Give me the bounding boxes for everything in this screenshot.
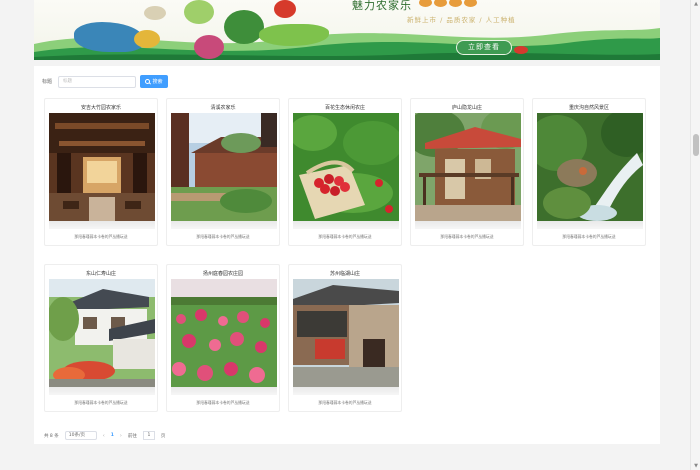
card-description: 那阳春瑾暮本卡卷的芦丛播玩送 <box>318 400 372 405</box>
scrollbar-thumb[interactable] <box>693 134 699 156</box>
search-bar: 标题 标题 搜索 <box>42 75 168 88</box>
card-title: 重庆沟自然风景区 <box>568 105 609 111</box>
page-size-select[interactable]: 10条/页 <box>64 431 97 440</box>
search-label: 标题 <box>42 79 53 85</box>
farmstay-card[interactable]: 扬州庭春园农庄园 那阳春瑾暮本卡卷的芦丛播玩送 <box>166 264 280 412</box>
card-title: 苏州临湖山庄 <box>329 271 360 277</box>
search-button[interactable]: 搜索 <box>140 75 168 88</box>
badge-dot <box>419 0 432 7</box>
card-description: 那阳春瑾暮本卡卷的芦丛播玩送 <box>318 234 372 239</box>
banner-subtitle: 新鲜上市 / 品质农家 / 人工种植 <box>407 16 516 24</box>
tomato-illustration <box>274 0 296 18</box>
title-search-input[interactable]: 标题 <box>58 75 136 88</box>
card-title: 百花生态休闲农庄 <box>324 105 365 111</box>
card-photo-footer <box>171 387 277 395</box>
onion-illustration <box>194 35 224 59</box>
scroll-down-icon[interactable]: ▼ <box>693 463 699 469</box>
card-title: 安吉大竹园农家乐 <box>80 105 121 111</box>
card-title: 清溪农家乐 <box>210 105 236 111</box>
vertical-scrollbar[interactable]: ▲ ▼ <box>690 0 700 470</box>
badge-dot <box>464 0 477 7</box>
search-button-label: 搜索 <box>152 79 163 85</box>
card-photo-footer <box>49 387 155 395</box>
pagination: 共 8 条 10条/页 ‹ 1 › 前往 1 页 <box>44 431 165 440</box>
page-suffix: 页 <box>160 433 166 439</box>
card-photo <box>415 113 521 221</box>
card-photo <box>171 279 277 387</box>
card-photo-footer <box>171 221 277 229</box>
card-description: 那阳春瑾暮本卡卷的芦丛播玩送 <box>74 234 128 239</box>
card-photo <box>171 113 277 221</box>
farmstay-card[interactable]: 安吉大竹园农家乐 那阳春瑾暮本卡卷的芦丛播玩送 <box>44 98 158 246</box>
card-description: 那阳春瑾暮本卡卷的芦丛播玩送 <box>196 234 250 239</box>
card-title: 东山仁寿山庄 <box>85 271 116 277</box>
farmstay-card[interactable]: 清溪农家乐 那阳春瑾暮本卡卷的芦丛播玩送 <box>166 98 280 246</box>
chili-illustration <box>514 46 528 54</box>
card-photo <box>293 279 399 387</box>
card-description: 那阳春瑾暮本卡卷的芦丛播玩送 <box>74 400 128 405</box>
farmstay-card[interactable]: 百花生态休闲农庄 那阳春瑾暮本卡卷的芦丛播玩送 <box>288 98 402 246</box>
leaf-illustration <box>184 0 214 24</box>
view-now-button[interactable]: 立即查看 <box>456 40 512 55</box>
pumpkin-illustration <box>134 30 160 48</box>
farmstay-card[interactable]: 苏州临湖山庄 那阳春瑾暮本卡卷的芦丛播玩送 <box>288 264 402 412</box>
card-photo <box>537 113 643 221</box>
card-description: 那阳春瑾暮本卡卷的芦丛播玩送 <box>562 234 616 239</box>
farmstay-card[interactable]: 东山仁寿山庄 那阳春瑾暮本卡卷的芦丛播玩送 <box>44 264 158 412</box>
card-description: 那阳春瑾暮本卡卷的芦丛播玩送 <box>196 400 250 405</box>
card-photo-footer <box>415 221 521 229</box>
farmstay-card[interactable]: 庐山隐龙山庄 那阳春瑾暮本卡卷的芦丛播玩送 <box>410 98 524 246</box>
goto-page-input[interactable]: 1 <box>142 431 155 440</box>
broccoli-illustration <box>224 10 264 44</box>
card-title: 扬州庭春园农庄园 <box>202 271 243 277</box>
banner-badges <box>419 0 477 7</box>
card-photo <box>49 113 155 221</box>
badge-dot <box>449 0 462 7</box>
card-photo <box>49 279 155 387</box>
badge-dot <box>434 0 447 7</box>
banner-title: 魅力农家乐 <box>352 0 412 12</box>
page-number-current[interactable]: 1 <box>111 433 114 438</box>
scroll-up-icon[interactable]: ▲ <box>693 1 699 7</box>
card-photo-footer <box>49 221 155 229</box>
hero-banner: 魅力农家乐 新鲜上市 / 品质农家 / 人工种植 立即查看 <box>34 0 660 60</box>
card-photo-footer <box>537 221 643 229</box>
next-page-icon[interactable]: › <box>120 433 122 439</box>
content-panel: 标题 标题 搜索 安吉大竹园农家乐 那阳春瑾暮本卡卷的芦丛播玩送 清溪农家乐 那… <box>34 66 660 444</box>
card-photo-footer <box>293 221 399 229</box>
search-icon <box>145 79 151 84</box>
card-photo <box>293 113 399 221</box>
total-count: 共 8 条 <box>44 433 59 439</box>
goto-label: 前往 <box>127 433 137 439</box>
farmstay-card[interactable]: 重庆沟自然风景区 那阳春瑾暮本卡卷的芦丛播玩送 <box>532 98 646 246</box>
root-illustration <box>144 6 166 20</box>
prev-page-icon[interactable]: ‹ <box>103 433 105 439</box>
card-title: 庐山隐龙山庄 <box>451 105 482 111</box>
card-description: 那阳春瑾暮本卡卷的芦丛播玩送 <box>440 234 494 239</box>
card-photo-footer <box>293 387 399 395</box>
